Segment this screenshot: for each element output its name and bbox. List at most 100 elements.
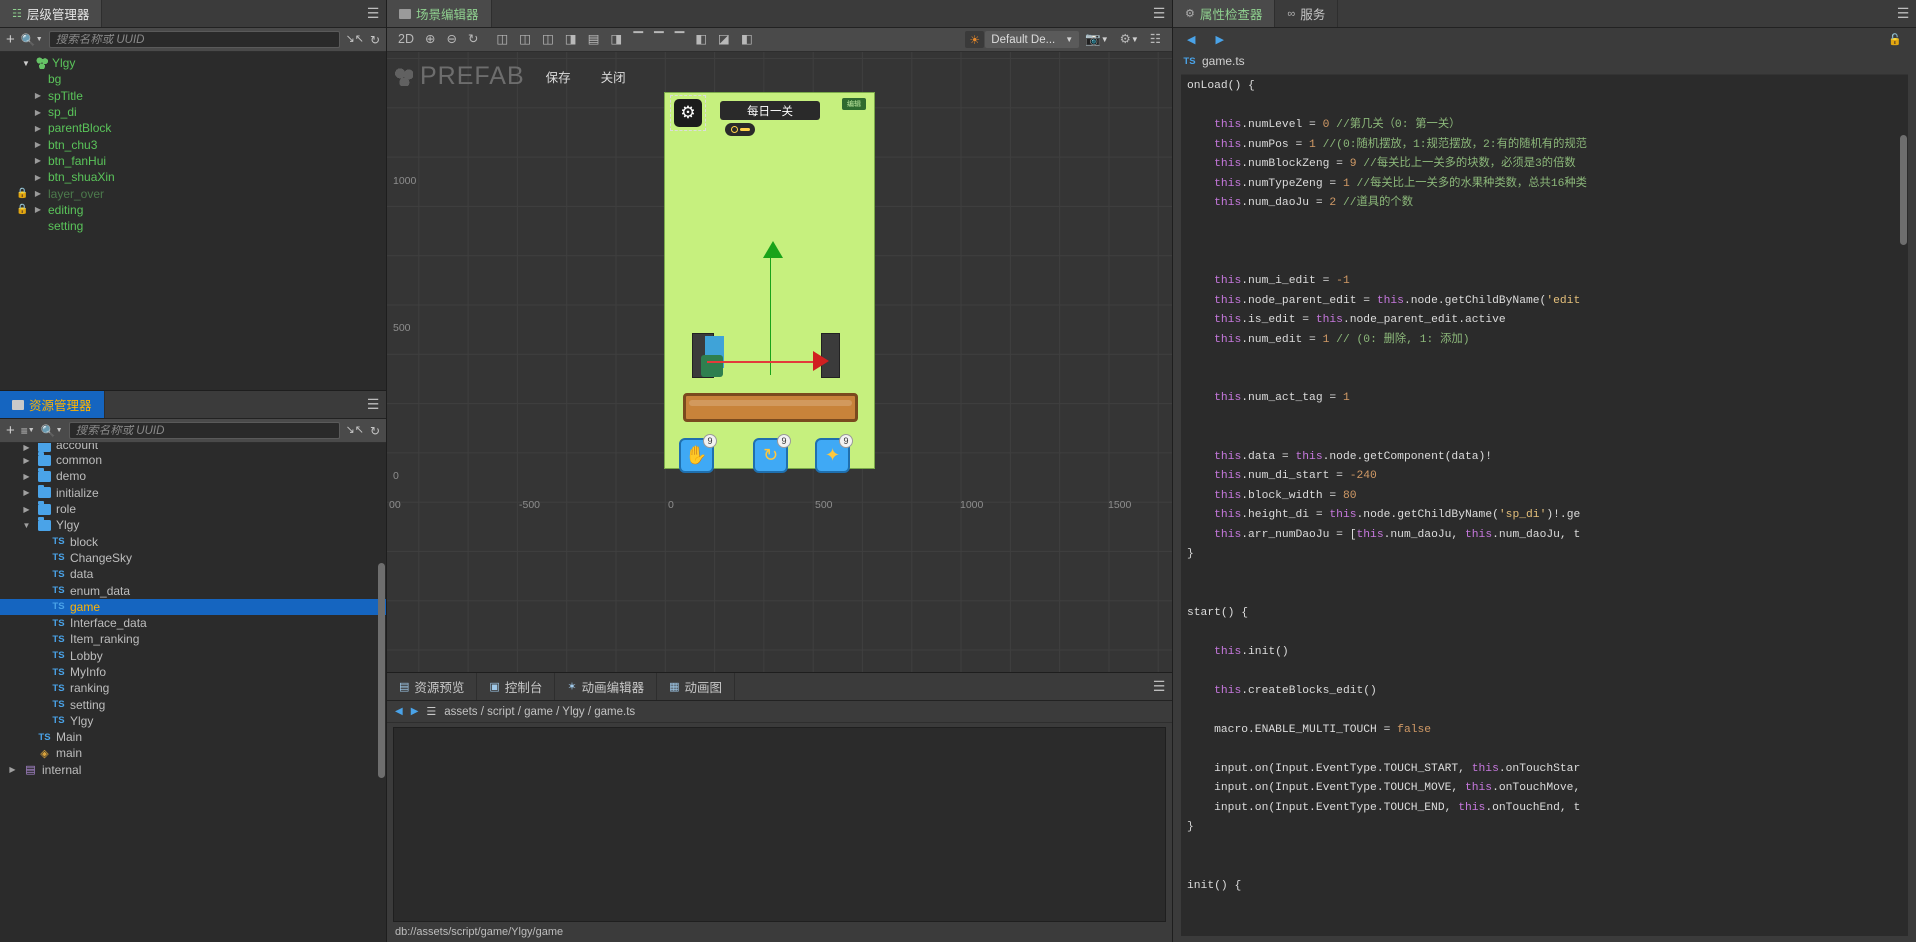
sort-icon[interactable]: ≡ ▼: [21, 425, 35, 437]
search-icon[interactable]: 🔍 ▼: [21, 34, 43, 46]
lock-icon[interactable]: 🔒: [16, 188, 28, 199]
align-center-h-icon[interactable]: ◫: [514, 33, 536, 46]
asset-item[interactable]: TS ChangeSky: [0, 550, 386, 566]
chevron-right-icon[interactable]: ▶: [32, 189, 44, 198]
hierarchy-node[interactable]: ▼ Ylgy: [0, 55, 386, 71]
hierarchy-node[interactable]: bg: [0, 71, 386, 87]
arrow-left-icon[interactable]: ◀: [1187, 33, 1195, 46]
asset-item[interactable]: ▶ demo: [0, 468, 386, 484]
gear-icon[interactable]: ⚙ ▼: [1115, 33, 1144, 46]
asset-item[interactable]: ▶ role: [0, 501, 386, 517]
tool-slot-refresh[interactable]: ↻ 9: [753, 434, 791, 473]
tab-scene-editor[interactable]: 场景编辑器: [387, 0, 492, 27]
asset-item[interactable]: TS Interface_data: [0, 615, 386, 631]
gear-icon[interactable]: ⚙: [674, 99, 702, 127]
chevron-right-icon[interactable]: ▶: [32, 205, 44, 214]
hierarchy-node[interactable]: ▶ btn_fanHui: [0, 153, 386, 169]
zoom-in-icon[interactable]: ⊕: [420, 33, 440, 46]
assets-search-input[interactable]: [75, 424, 333, 437]
assets-scrollbar[interactable]: [378, 563, 385, 778]
hierarchy-search-input[interactable]: [55, 33, 333, 46]
inspector-tab[interactable]: ∞ 服务: [1275, 0, 1339, 27]
distribute-h-icon[interactable]: ◧: [690, 33, 712, 46]
game-stage[interactable]: ⚙ 每日一关 编辑 ✋ 9 ↻ 9 ✦ 9: [664, 92, 875, 473]
dock-menu-icon[interactable]: ☰: [1146, 673, 1172, 700]
distribute-v-icon[interactable]: ◪: [713, 33, 735, 46]
scene-viewport[interactable]: PREFAB 保存 关闭 1000 500 0 00 -500 0 500 10…: [387, 52, 1172, 672]
align-top-icon[interactable]: ◨: [560, 33, 582, 46]
prefab-save-button[interactable]: 保存: [537, 64, 580, 89]
asset-item[interactable]: ▶ account: [0, 443, 386, 452]
assets-menu-icon[interactable]: ☰: [360, 391, 386, 418]
hierarchy-node[interactable]: ▶ btn_shuaXin: [0, 169, 386, 185]
asset-item[interactable]: TS setting: [0, 696, 386, 712]
tab-hierarchy[interactable]: ☷ 层级管理器: [0, 0, 103, 27]
chevron-down-icon[interactable]: ▼: [20, 521, 33, 530]
gizmo-arrow-y[interactable]: [763, 241, 784, 258]
tool-slot-hand[interactable]: ✋ 9: [679, 434, 717, 473]
hierarchy-search-box[interactable]: [48, 31, 340, 48]
assets-search-icon[interactable]: 🔍 ▼: [41, 425, 63, 437]
chevron-right-icon[interactable]: ▶: [32, 108, 44, 117]
asset-item[interactable]: ▶ common: [0, 452, 386, 468]
distribute-both-icon[interactable]: ◧: [736, 33, 758, 46]
chevron-right-icon[interactable]: ▶: [20, 488, 33, 497]
hierarchy-node[interactable]: ▶ parentBlock: [0, 120, 386, 136]
dock-tab[interactable]: ✶ 动画编辑器: [555, 673, 658, 700]
hierarchy-menu-icon[interactable]: ☰: [360, 0, 386, 27]
dock-tab[interactable]: ▤ 资源预览: [387, 673, 478, 700]
chevron-down-icon[interactable]: ▼: [20, 59, 32, 68]
layout-icon[interactable]: ☷: [1145, 33, 1166, 46]
chevron-right-icon[interactable]: ▶: [32, 173, 44, 182]
asset-item[interactable]: TS enum_data: [0, 582, 386, 598]
asset-item[interactable]: TS ranking: [0, 680, 386, 696]
tab-assets[interactable]: 资源管理器: [0, 391, 105, 418]
collapse-icon[interactable]: ↘↖: [346, 34, 364, 45]
lock-icon[interactable]: 🔒: [16, 204, 28, 215]
hierarchy-node[interactable]: ▶ spTitle: [0, 88, 386, 104]
asset-item[interactable]: ▶ initialize: [0, 484, 386, 501]
gizmo-arrow-x[interactable]: [813, 351, 829, 371]
chevron-right-icon[interactable]: ▶: [32, 124, 44, 133]
align-left-icon[interactable]: ◫: [491, 33, 513, 46]
prefab-close-button[interactable]: 关闭: [592, 64, 635, 89]
chevron-right-icon[interactable]: ▶: [32, 140, 44, 149]
asset-item[interactable]: TS block: [0, 533, 386, 549]
hierarchy-node[interactable]: ▶ btn_chu3: [0, 136, 386, 152]
chevron-right-icon[interactable]: ▶: [20, 505, 33, 514]
hierarchy-node[interactable]: 🔒 ▶ editing: [0, 202, 386, 218]
arrow-right-icon[interactable]: ▶: [411, 706, 419, 717]
sun-icon[interactable]: ☀: [965, 31, 985, 48]
asset-item[interactable]: TS data: [0, 566, 386, 582]
asset-item[interactable]: ◈ main: [0, 745, 386, 761]
code-viewer[interactable]: onLoad() { this.numLevel = 0 //第几关（0: 第一…: [1181, 74, 1908, 936]
asset-item[interactable]: TS Ylgy: [0, 713, 386, 729]
asset-item[interactable]: ▶ ▤ internal: [0, 762, 386, 778]
hierarchy-node[interactable]: ▶ sp_di: [0, 104, 386, 120]
assets-search-box[interactable]: [68, 422, 340, 439]
dock-tab[interactable]: ▣ 控制台: [477, 673, 556, 700]
chevron-right-icon[interactable]: ▶: [6, 765, 19, 774]
asset-item[interactable]: TS Lobby: [0, 648, 386, 664]
align-bottom-icon[interactable]: ◨: [606, 33, 628, 46]
scene-menu-icon[interactable]: ☰: [1146, 0, 1172, 27]
add-asset-button[interactable]: +: [6, 423, 15, 438]
chevron-right-icon[interactable]: ▶: [20, 456, 33, 465]
arrow-right-icon[interactable]: ▶: [1215, 33, 1223, 46]
asset-item[interactable]: ▼ Ylgy: [0, 517, 386, 533]
asset-item[interactable]: TS MyInfo: [0, 664, 386, 680]
distribute-top-icon[interactable]: ▔: [628, 33, 648, 46]
refresh-icon[interactable]: ↻: [370, 34, 380, 46]
distribute-middle-icon[interactable]: ▔: [649, 33, 669, 46]
asset-item[interactable]: TS game: [0, 598, 386, 615]
hierarchy-node[interactable]: setting: [0, 218, 386, 234]
distribute-bottom-icon[interactable]: ▔: [670, 33, 690, 46]
device-select[interactable]: Default De... ▼: [985, 31, 1080, 48]
add-node-button[interactable]: +: [6, 32, 15, 47]
chevron-right-icon[interactable]: ▶: [20, 443, 33, 452]
dock-tab[interactable]: ▦ 动画图: [657, 673, 735, 700]
asset-item[interactable]: TS Main: [0, 729, 386, 745]
zoom-out-icon[interactable]: ⊖: [441, 33, 461, 46]
inspector-tab[interactable]: ⚙ 属性检查器: [1173, 0, 1276, 27]
mode-2d-button[interactable]: 2D: [393, 33, 419, 46]
